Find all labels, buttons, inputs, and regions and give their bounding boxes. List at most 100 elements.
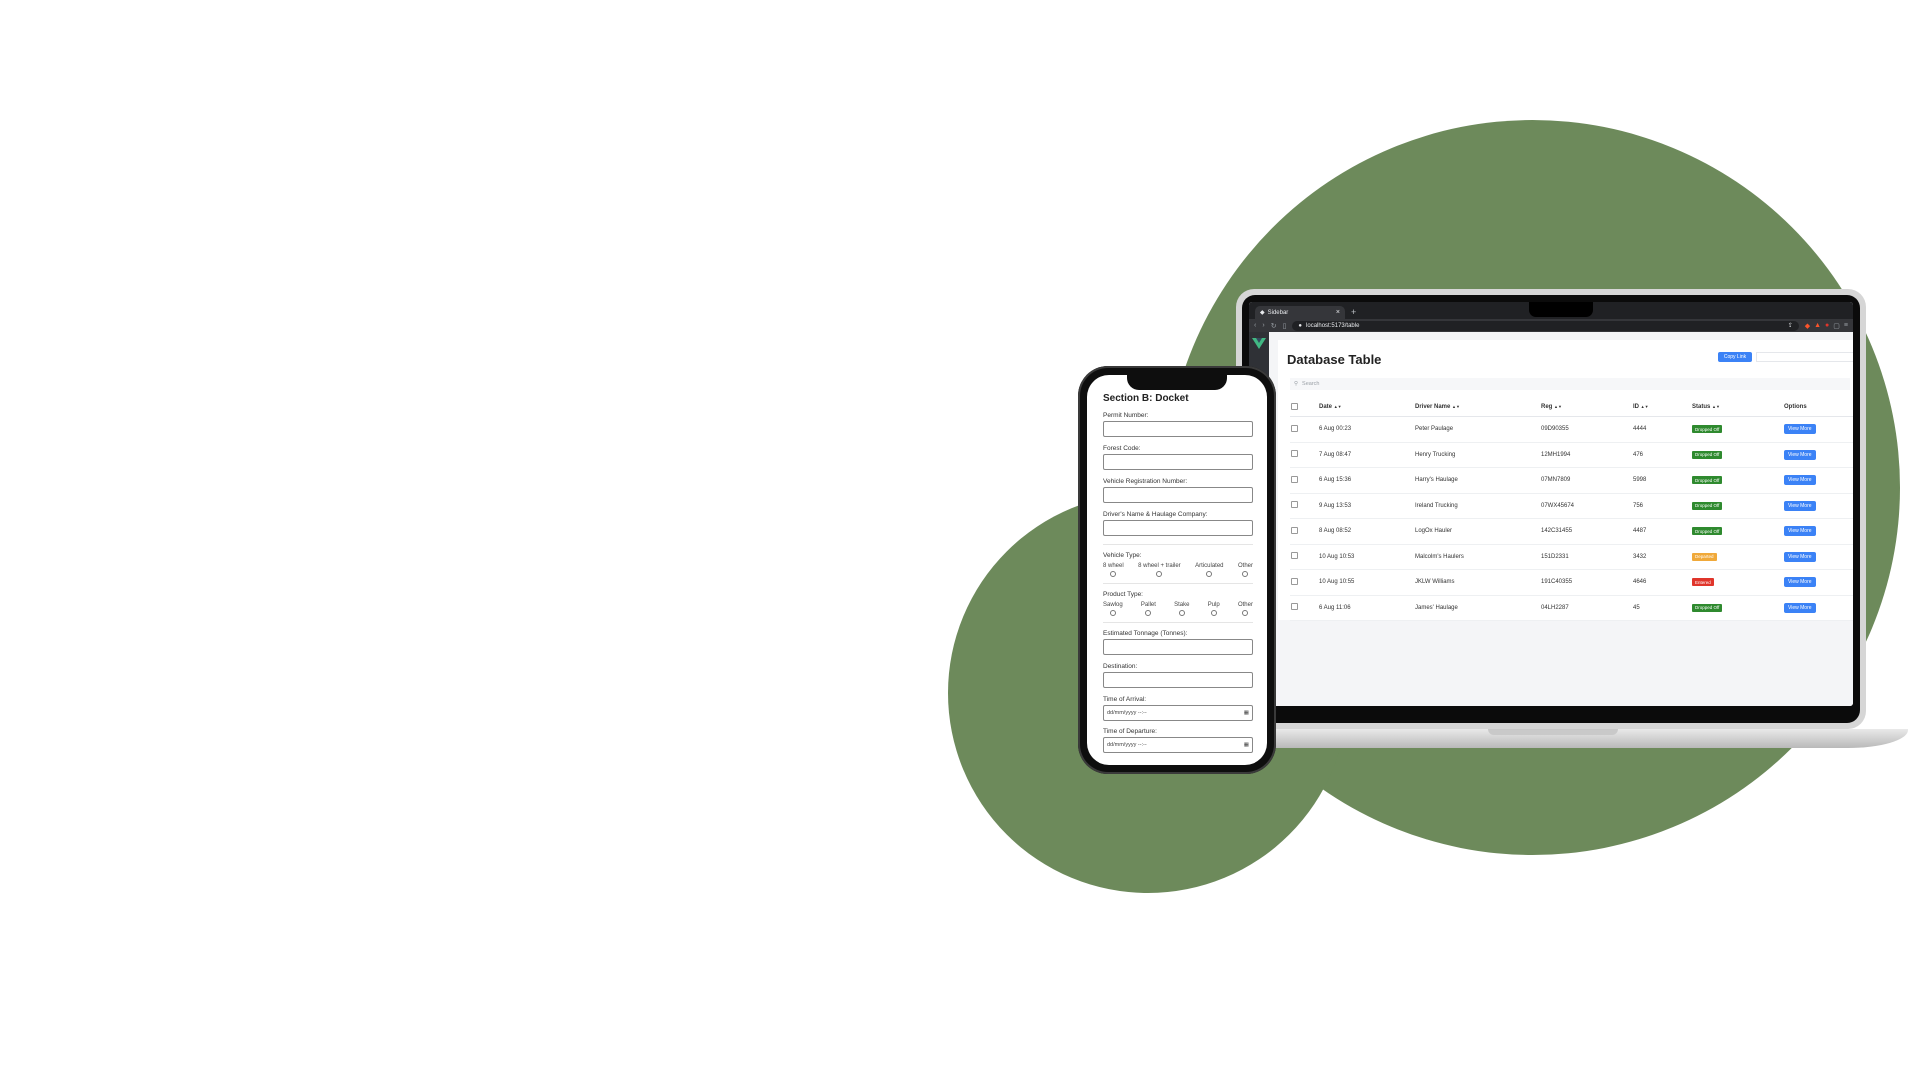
reload-icon[interactable]: ↻ — [1271, 322, 1277, 330]
vehicle-type-option[interactable]: 8 wheel — [1103, 563, 1124, 577]
cell-id-text: 3432 — [1633, 553, 1647, 560]
row-checkbox[interactable] — [1291, 552, 1298, 560]
tonnage-input[interactable] — [1103, 639, 1253, 655]
row-checkbox[interactable] — [1291, 424, 1298, 432]
status-badge: Entered — [1692, 578, 1714, 587]
search-input[interactable]: ⚲ Search — [1290, 378, 1850, 390]
laptop-screen: ◆ Sidebar × + ‹ › ↻ ▯ ● localhost:5173/t… — [1249, 302, 1853, 706]
radio-button[interactable] — [1242, 610, 1249, 616]
column-id[interactable]: ID ▲▼ — [1632, 398, 1691, 417]
status-badge: Departed — [1692, 552, 1717, 561]
radio-button[interactable] — [1156, 571, 1163, 577]
menu-icon[interactable]: ≡ — [1844, 322, 1848, 330]
calendar-icon[interactable]: ▦ — [1244, 742, 1249, 748]
cell-options: View More — [1783, 518, 1853, 545]
brave-shield-icon[interactable]: ◆ — [1805, 322, 1810, 330]
cell-options: View More — [1783, 493, 1853, 519]
cell-options: View More — [1783, 467, 1853, 494]
view-more-button[interactable]: View More — [1784, 551, 1816, 562]
destination-input[interactable] — [1103, 672, 1253, 688]
forward-icon[interactable]: › — [1262, 322, 1264, 329]
table-row: 10 Aug 10:55 JKLW Williams 191C40355 4646 En… — [1290, 569, 1853, 596]
cell-options: View More — [1783, 569, 1853, 596]
radio-button[interactable] — [1145, 610, 1152, 616]
share-icon[interactable]: ⇪ — [1788, 322, 1793, 329]
row-checkbox[interactable] — [1291, 577, 1298, 585]
column-driver-name[interactable]: Driver Name ▲▼ — [1414, 398, 1540, 417]
product-type-option[interactable]: Stake — [1174, 602, 1189, 616]
status-badge: Dropped Off — [1692, 501, 1723, 510]
cell-driver-name-text: Ireland Trucking — [1415, 502, 1458, 509]
view-more-button[interactable]: View More — [1784, 577, 1816, 588]
copy-link-field[interactable] — [1756, 352, 1853, 362]
cell-options: View More — [1783, 595, 1853, 621]
address-bar[interactable]: ● localhost:5173/table ⇪ — [1292, 320, 1799, 331]
radio-button[interactable] — [1206, 571, 1213, 577]
row-checkbox[interactable] — [1291, 526, 1298, 534]
cell-id-text: 756 — [1633, 502, 1644, 509]
row-checkbox[interactable] — [1291, 501, 1298, 509]
vue-logo-icon[interactable] — [1252, 338, 1266, 349]
view-more-button[interactable]: View More — [1784, 449, 1816, 460]
copy-link-button[interactable]: Copy Link — [1718, 352, 1752, 362]
departure-datetime-input[interactable]: dd/mm/yyyy --:-- ▦ — [1103, 737, 1253, 753]
vehicle-registration-input[interactable] — [1103, 487, 1253, 503]
row-checkbox[interactable] — [1291, 603, 1298, 611]
page-title: Database Table — [1287, 352, 1382, 367]
browser-tab[interactable]: ◆ Sidebar × — [1255, 306, 1345, 319]
sidebar-icon[interactable]: ▢ — [1833, 322, 1840, 330]
laptop-base-groove — [1488, 729, 1618, 735]
product-type-group: Sawlog Pallet Stake Pulp Other — [1103, 602, 1253, 616]
product-type-option[interactable]: Sawlog — [1103, 602, 1123, 616]
vehicle-type-option[interactable]: 8 wheel + trailer — [1138, 563, 1181, 577]
cell-status: Dropped Off — [1691, 416, 1783, 443]
laptop-mockup: ◆ Sidebar × + ‹ › ↻ ▯ ● localhost:5173/t… — [1236, 289, 1866, 729]
row-checkbox[interactable] — [1291, 450, 1298, 458]
column-date[interactable]: Date ▲▼ — [1318, 398, 1414, 417]
cell-status: Departed — [1691, 544, 1783, 570]
cell-driver-name: James' Haulage — [1414, 595, 1540, 621]
tab-close-icon[interactable]: × — [1336, 309, 1340, 316]
cell-reg-text: 12MH1994 — [1541, 451, 1571, 458]
extension-icon[interactable]: ● — [1825, 322, 1829, 330]
product-type-option[interactable]: Pulp — [1208, 602, 1220, 616]
vehicle-type-group: 8 wheel 8 wheel + trailer Articulated Other — [1103, 563, 1253, 577]
arrival-datetime-input[interactable]: dd/mm/yyyy --:-- ▦ — [1103, 705, 1253, 721]
status-badge: Dropped Off — [1692, 527, 1723, 536]
radio-button[interactable] — [1109, 610, 1116, 616]
product-type-option[interactable]: Other — [1238, 602, 1253, 616]
new-tab-icon[interactable]: + — [1351, 306, 1356, 319]
forest-code-input[interactable] — [1103, 454, 1253, 470]
view-more-button[interactable]: View More — [1784, 500, 1816, 511]
view-more-button[interactable]: View More — [1784, 475, 1816, 486]
column-status[interactable]: Status ▲▼ — [1691, 398, 1783, 417]
vehicle-type-option[interactable]: Other — [1238, 563, 1253, 577]
cell-reg: 07MN7809 — [1540, 467, 1632, 494]
row-checkbox[interactable] — [1291, 475, 1298, 483]
column-reg[interactable]: Reg ▲▼ — [1540, 398, 1632, 417]
database-table: Date ▲▼ Driver Name ▲▼ Reg ▲▼ ID ▲▼ Stat… — [1290, 398, 1853, 621]
cell-id: 4487 — [1632, 518, 1691, 545]
cell-date: 10 Aug 10:53 — [1318, 544, 1414, 570]
view-more-button[interactable]: View More — [1784, 424, 1816, 435]
radio-button[interactable] — [1178, 610, 1185, 616]
brave-rewards-icon[interactable]: ▲ — [1814, 322, 1821, 330]
view-more-button[interactable]: View More — [1784, 602, 1816, 613]
cell-reg: 07WX45674 — [1540, 493, 1632, 519]
driver-name-input[interactable] — [1103, 520, 1253, 536]
calendar-icon[interactable]: ▦ — [1244, 710, 1249, 716]
radio-button[interactable] — [1242, 571, 1249, 577]
select-all-checkbox[interactable] — [1291, 402, 1298, 410]
cell-date-text: 6 Aug 00:23 — [1319, 426, 1352, 433]
radio-button[interactable] — [1110, 571, 1117, 577]
product-type-option[interactable]: Pallet — [1141, 602, 1156, 616]
back-icon[interactable]: ‹ — [1254, 322, 1256, 329]
permit-number-input[interactable] — [1103, 421, 1253, 437]
cell-date-text: 9 Aug 13:53 — [1319, 502, 1352, 509]
radio-button[interactable] — [1210, 610, 1217, 616]
view-more-button[interactable]: View More — [1784, 526, 1816, 537]
cell-reg-text: 07MN7809 — [1541, 477, 1571, 484]
cell-driver-name: JKLW Williams — [1414, 569, 1540, 596]
bookmark-icon[interactable]: ▯ — [1283, 322, 1287, 330]
vehicle-type-option[interactable]: Articulated — [1195, 563, 1224, 577]
